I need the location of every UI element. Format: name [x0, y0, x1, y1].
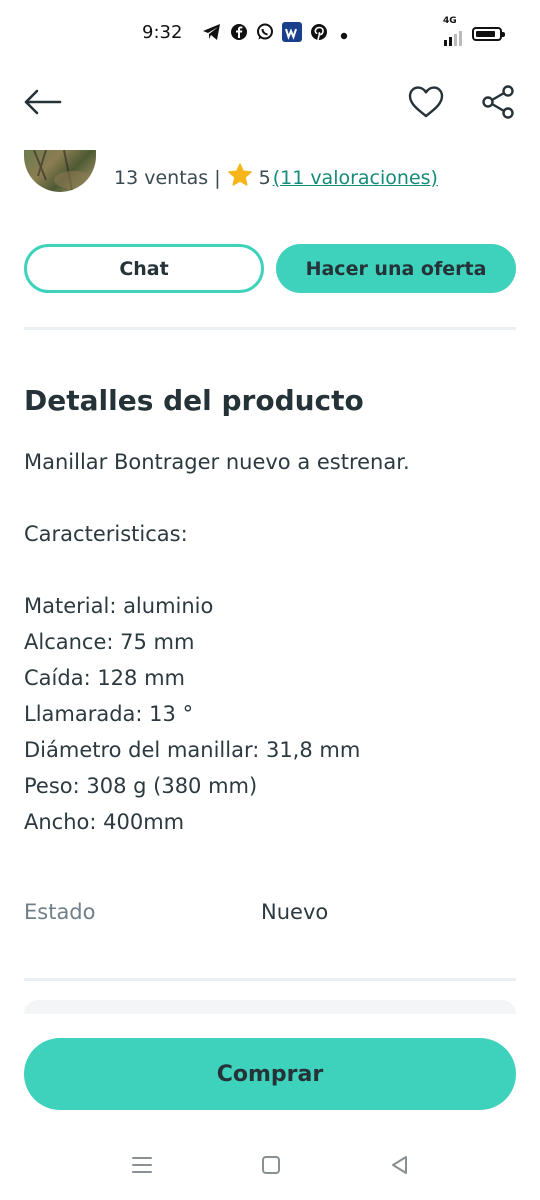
signal-icon: 4G	[443, 16, 462, 46]
back-button[interactable]	[20, 84, 64, 124]
description-line: Caída: 128 mm	[24, 666, 185, 690]
make-offer-button[interactable]: Hacer una oferta	[276, 244, 516, 293]
sales-count: 13 ventas	[114, 166, 209, 189]
divider	[24, 978, 516, 981]
square-icon	[260, 1154, 282, 1180]
description-line: Diámetro del manillar: 31,8 mm	[24, 738, 361, 762]
section-title: Detalles del producto	[24, 384, 364, 417]
home-button[interactable]	[251, 1150, 291, 1184]
pinterest-icon	[310, 23, 328, 45]
telegram-icon	[202, 23, 222, 45]
chat-button[interactable]: Chat	[24, 244, 264, 293]
state-value: Nuevo	[261, 900, 329, 924]
ratings-link[interactable]: (11 valoraciones)	[273, 167, 438, 189]
next-section-card	[24, 1000, 516, 1014]
avatar[interactable]	[24, 150, 96, 192]
star-icon	[227, 162, 253, 193]
description-line: Material: aluminio	[24, 594, 214, 618]
state-label: Estado	[24, 900, 96, 924]
description-line: Ancho: 400mm	[24, 810, 185, 834]
seller-meta: 13 ventas | 5 (11 valoraciones)	[114, 162, 438, 193]
description-line: Llamarada: 13 °	[24, 702, 194, 726]
status-indicators: 4G	[443, 16, 505, 46]
share-icon	[480, 84, 516, 124]
share-button[interactable]	[476, 84, 520, 124]
arrow-left-icon	[22, 88, 62, 120]
description-line: Manillar Bontrager nuevo a estrenar.	[24, 450, 410, 474]
rating-value: 5	[258, 166, 271, 189]
buy-button[interactable]: Comprar	[24, 1038, 516, 1110]
battery-icon	[472, 27, 505, 41]
triangle-back-icon	[389, 1154, 411, 1180]
description-line	[24, 552, 516, 588]
facebook-icon	[230, 23, 248, 45]
status-time: 9:32	[142, 22, 183, 43]
network-type: 4G	[443, 16, 457, 26]
menu-lines-icon	[131, 1155, 153, 1179]
divider	[24, 327, 516, 330]
heart-outline-icon	[407, 85, 445, 123]
description-line	[24, 480, 516, 516]
recent-apps-button[interactable]	[122, 1150, 162, 1184]
description-line: Caracteristicas:	[24, 522, 188, 546]
wallapop-icon	[282, 22, 302, 46]
favorite-button[interactable]	[404, 84, 448, 124]
description-line: Alcance: 75 mm	[24, 630, 195, 654]
whatsapp-icon	[256, 23, 274, 45]
product-description: Manillar Bontrager nuevo a estrenar. Car…	[24, 444, 516, 840]
more-dot-icon	[340, 25, 348, 44]
back-nav-button[interactable]	[380, 1150, 420, 1184]
notification-icons	[202, 22, 348, 46]
description-line: Peso: 308 g (380 mm)	[24, 774, 258, 798]
separator: |	[214, 166, 221, 189]
